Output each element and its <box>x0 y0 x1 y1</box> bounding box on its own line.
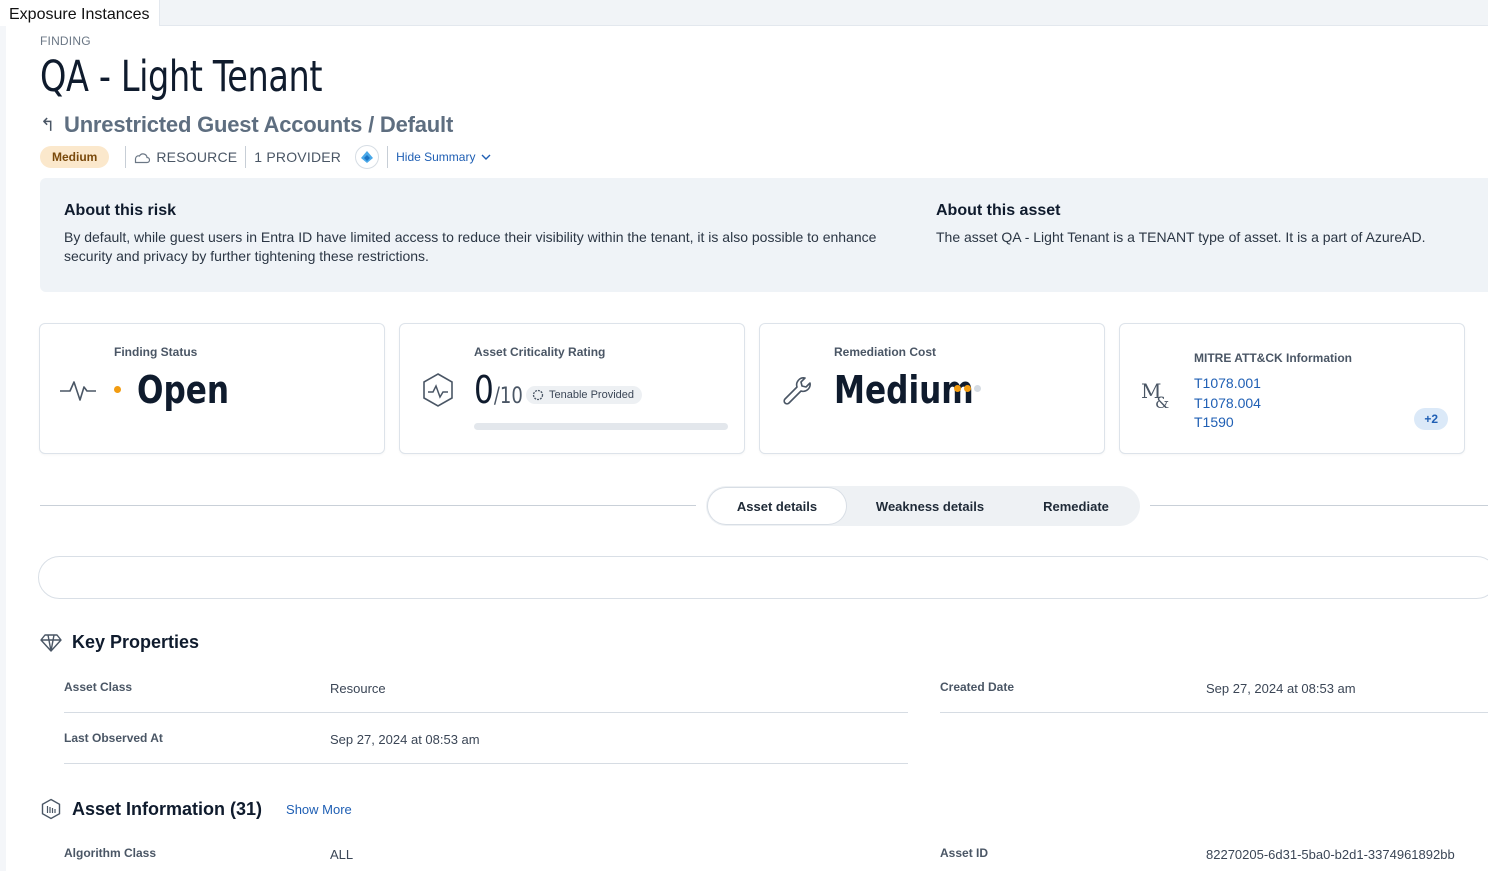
tabs-divider-left <box>40 505 696 506</box>
criticality-hexagon-icon <box>423 373 453 407</box>
resource-meta: RESOURCE <box>134 149 237 165</box>
tab-asset-details[interactable]: Asset details <box>708 488 846 524</box>
filter-input[interactable] <box>38 556 1488 599</box>
svg-text:&: & <box>1155 393 1169 412</box>
azure-provider-icon[interactable] <box>355 145 380 169</box>
criticality-value-wrap: 0/10 <box>474 368 523 412</box>
tabs-divider-right <box>1150 505 1488 506</box>
cost-level-dot <box>964 385 971 392</box>
mitre-technique-list: T1078.001 T1078.004 T1590 <box>1194 374 1261 433</box>
asset-information-heading: Asset Information (31) Show More <box>40 798 352 820</box>
chevron-down-icon <box>481 154 491 160</box>
window-tab-title[interactable]: Exposure Instances <box>0 0 160 26</box>
divider <box>125 146 127 168</box>
activity-icon <box>60 381 96 401</box>
prop-label: Last Observed At <box>64 731 163 745</box>
tab-remediate[interactable]: Remediate <box>1014 488 1138 524</box>
criticality-scale: /10 <box>493 384 523 409</box>
prop-value: Sep 27, 2024 at 08:53 am <box>330 732 480 747</box>
tenable-badge-label: Tenable Provided <box>549 389 635 401</box>
mitre-technique-link[interactable]: T1078.004 <box>1194 394 1261 414</box>
row-divider <box>940 712 1488 713</box>
show-more-link[interactable]: Show More <box>286 802 352 817</box>
prop-value: ALL <box>330 847 354 862</box>
cost-level-dot <box>974 385 981 392</box>
left-edge-strip <box>0 26 6 871</box>
wrench-icon <box>783 377 811 405</box>
remediation-cost-card: Remediation Cost Medium <box>759 323 1105 454</box>
key-properties-title: Key Properties <box>72 632 200 652</box>
about-asset-title: About this asset <box>936 202 1061 219</box>
tab-weakness-details[interactable]: Weakness details <box>846 488 1014 524</box>
cloud-icon <box>135 153 151 164</box>
prop-label: Algorithm Class <box>64 846 157 860</box>
divider <box>245 146 247 168</box>
about-asset-text: The asset QA - Light Tenant is a TENANT … <box>936 229 1426 245</box>
tenable-provided-badge: Tenable Provided <box>526 386 643 404</box>
asset-criticality-card: Asset Criticality Rating 0/10 Tenable Pr… <box>399 323 745 454</box>
hide-summary-label: Hide Summary <box>396 150 476 164</box>
asset-information-title: Asset Information (31) <box>72 798 263 819</box>
prop-value: 82270205-6d31-5ba0-b2d1-3374961892bb <box>1206 847 1455 862</box>
mitre-logo-icon: M& <box>1141 379 1169 412</box>
finding-status-value: Open <box>137 368 230 412</box>
mitre-card: MITRE ATT&CK Information M & T1078.001 T1… <box>1119 323 1465 454</box>
detail-tabs: Asset details Weakness details Remediate <box>706 486 1140 526</box>
prop-value: Resource <box>330 681 386 696</box>
severity-badge: Medium <box>40 146 110 168</box>
status-dot <box>114 386 121 393</box>
row-divider <box>64 763 908 764</box>
diamond-icon <box>40 633 62 652</box>
divider <box>387 146 389 168</box>
finding-subtitle[interactable]: Unrestricted Guest Accounts / Default <box>64 112 453 138</box>
window-bar: Exposure Instances <box>0 0 1488 26</box>
finding-eyebrow: FINDING <box>40 34 91 48</box>
cost-level-dot <box>954 385 961 392</box>
page-title: QA - Light Tenant <box>40 52 323 102</box>
criticality-value: 0 <box>474 368 494 412</box>
key-properties-heading: Key Properties <box>40 632 199 653</box>
more-techniques-badge[interactable]: +2 <box>1414 408 1448 430</box>
about-asset: About this asset The asset QA - Light Te… <box>936 202 1476 247</box>
meta-row: Medium RESOURCE 1 PROVIDER Hide Summary <box>40 145 491 169</box>
prop-value: Sep 27, 2024 at 08:53 am <box>1206 681 1356 696</box>
mitre-label: MITRE ATT&CK Information <box>1194 351 1352 365</box>
subtitle-row: ↰ Unrestricted Guest Accounts / Default <box>40 112 453 138</box>
provider-meta: 1 PROVIDER <box>254 145 380 169</box>
remediation-cost-label: Remediation Cost <box>834 345 937 359</box>
prop-label: Asset ID <box>940 846 989 860</box>
remediation-cost-value: Medium <box>834 368 974 412</box>
hide-summary-button[interactable]: Hide Summary <box>396 150 491 164</box>
asset-hexagon-icon <box>41 798 61 820</box>
tenable-logo-icon <box>532 389 544 401</box>
criticality-label: Asset Criticality Rating <box>474 345 606 359</box>
prop-label: Created Date <box>940 680 1015 694</box>
mitre-technique-link[interactable]: T1078.001 <box>1194 374 1261 394</box>
row-divider <box>64 712 908 713</box>
summary-panel: About this risk By default, while guest … <box>40 178 1488 292</box>
provider-label: 1 PROVIDER <box>254 149 342 165</box>
about-risk-text: By default, while guest users in Entra I… <box>64 229 877 264</box>
finding-status-card: Finding Status Open <box>39 323 385 454</box>
criticality-progress <box>474 423 728 430</box>
about-risk: About this risk By default, while guest … <box>64 202 904 266</box>
parent-arrow-icon[interactable]: ↰ <box>40 115 56 136</box>
mitre-technique-link[interactable]: T1590 <box>1194 413 1261 433</box>
prop-label: Asset Class <box>64 680 133 694</box>
resource-label: RESOURCE <box>156 149 238 165</box>
about-risk-title: About this risk <box>64 202 177 219</box>
finding-status-label: Finding Status <box>114 345 198 359</box>
cost-level-dots <box>954 385 981 392</box>
